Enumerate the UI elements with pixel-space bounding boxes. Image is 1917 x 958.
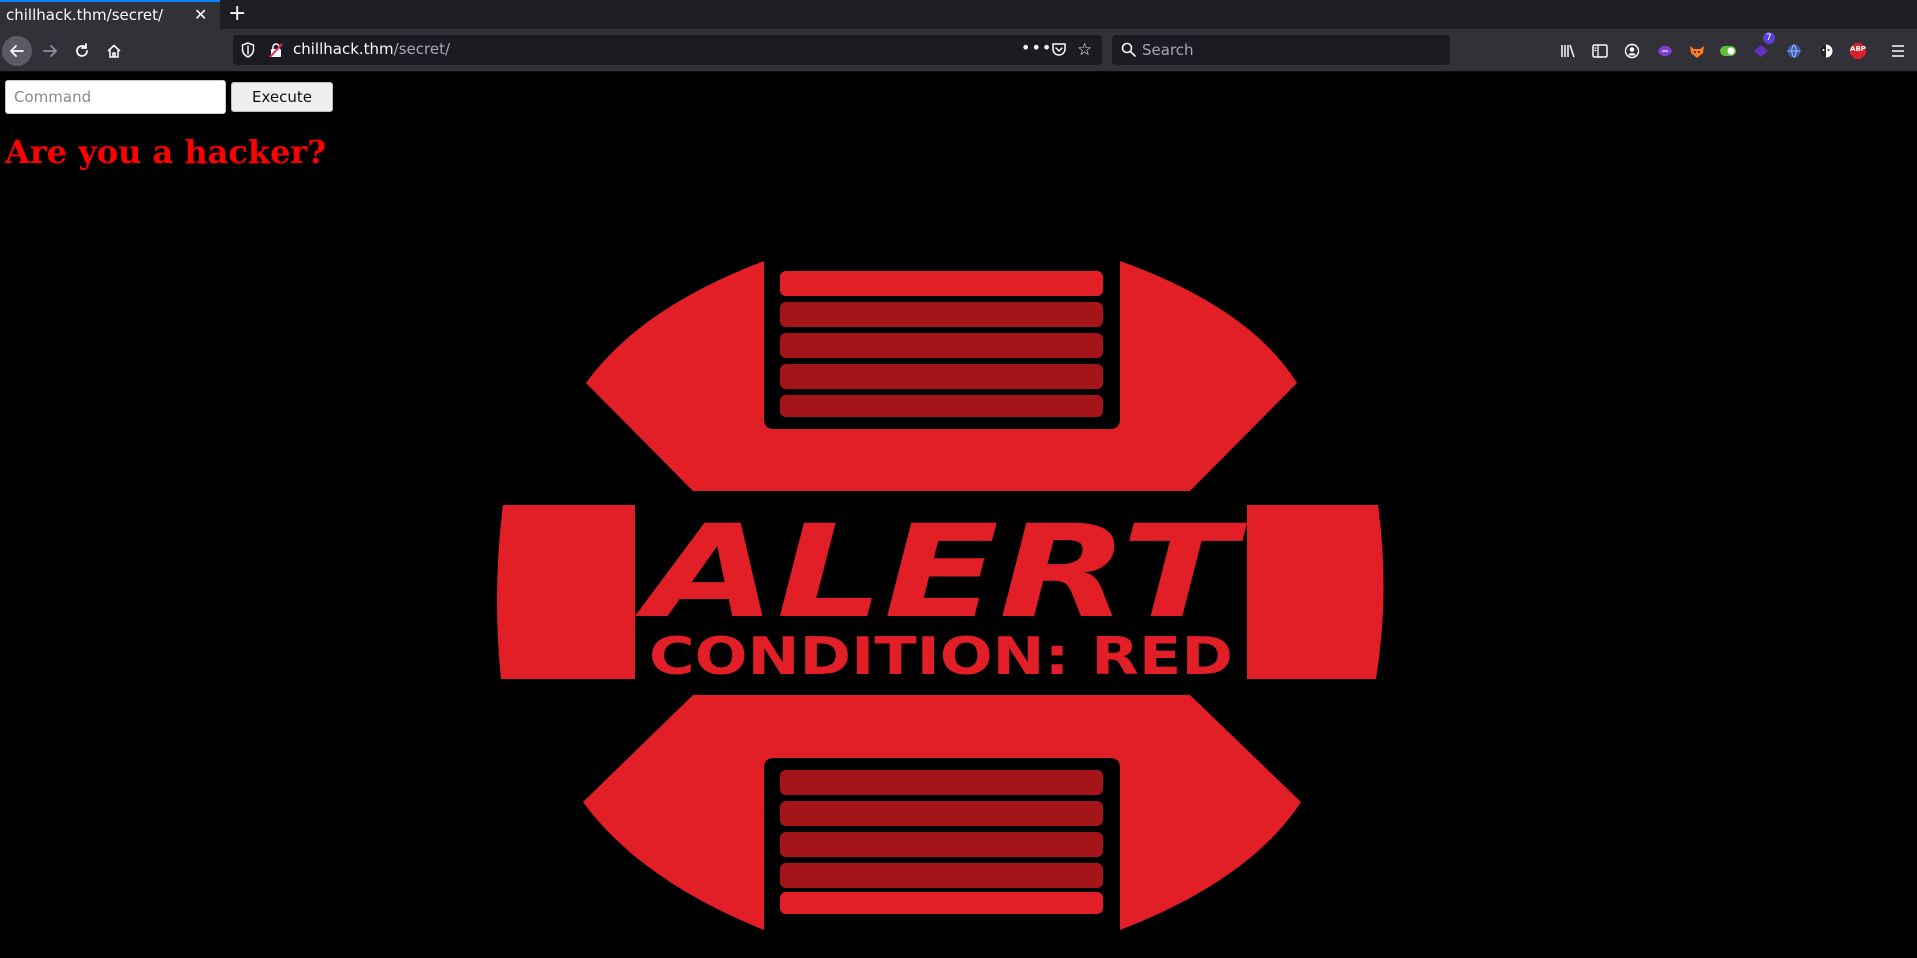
navigation-toolbar: chillhack.thm/secret/ ••• ☆ 7 ABP <box>0 29 1917 72</box>
home-icon <box>107 44 121 58</box>
extension-badge-icon[interactable]: 7 <box>1751 32 1775 61</box>
page-actions-menu-icon[interactable]: ••• <box>1021 38 1052 57</box>
back-button[interactable] <box>2 36 32 66</box>
new-tab-icon[interactable]: + <box>228 1 246 27</box>
url-host: chillhack.thm <box>293 40 394 58</box>
extension-purple-icon[interactable] <box>1655 41 1675 61</box>
forward-button[interactable] <box>35 36 65 66</box>
adblock-plus-label: ABP <box>1850 45 1866 53</box>
pocket-icon[interactable] <box>1051 42 1067 57</box>
alert-condition-red-image: ALERT CONDITION: RED <box>496 261 1384 930</box>
tracking-protection-shield-icon[interactable] <box>241 42 255 58</box>
execute-button[interactable]: Execute <box>231 82 333 112</box>
page-heading: Are you a hacker? <box>5 133 327 171</box>
sidebar-icon[interactable] <box>1590 41 1610 61</box>
close-tab-icon[interactable]: ✕ <box>194 5 207 25</box>
page-content: Execute Are you a hacker? ALERT CONDITIO… <box>0 73 1917 953</box>
extension-fox-icon[interactable] <box>1687 41 1707 61</box>
search-icon <box>1121 42 1136 57</box>
bookmark-star-icon[interactable]: ☆ <box>1077 40 1092 60</box>
extension-face-icon[interactable] <box>1816 41 1836 61</box>
url-path: /secret/ <box>393 40 451 58</box>
arrow-right-icon <box>43 45 57 57</box>
hamburger-menu-icon[interactable] <box>1888 41 1908 61</box>
address-bar[interactable]: chillhack.thm/secret/ ••• ☆ <box>233 35 1102 65</box>
tab-strip: chillhack.thm/secret/ ✕ + <box>0 0 1917 29</box>
insecure-lock-icon[interactable] <box>269 43 283 58</box>
adblock-plus-icon[interactable]: ABP <box>1848 41 1868 61</box>
reload-icon <box>76 43 88 57</box>
extension-green-toggle-icon[interactable] <box>1718 41 1738 61</box>
extension-globe-icon[interactable] <box>1784 41 1804 61</box>
url-text[interactable]: chillhack.thm/secret/ <box>293 40 450 58</box>
tab-active[interactable]: chillhack.thm/secret/ ✕ <box>0 0 220 29</box>
account-icon[interactable] <box>1622 41 1642 61</box>
search-bar[interactable] <box>1112 35 1450 65</box>
reload-button[interactable] <box>67 36 97 66</box>
search-input[interactable] <box>1142 39 1437 61</box>
alert-title-text: ALERT <box>634 498 1247 647</box>
extension-badge-count: 7 <box>1763 32 1775 44</box>
alert-subtitle-text: CONDITION: RED <box>649 627 1233 687</box>
command-input[interactable] <box>5 80 226 114</box>
home-button[interactable] <box>99 36 129 66</box>
arrow-left-icon <box>10 45 24 57</box>
library-icon[interactable] <box>1558 41 1578 61</box>
tab-title: chillhack.thm/secret/ <box>6 6 164 24</box>
